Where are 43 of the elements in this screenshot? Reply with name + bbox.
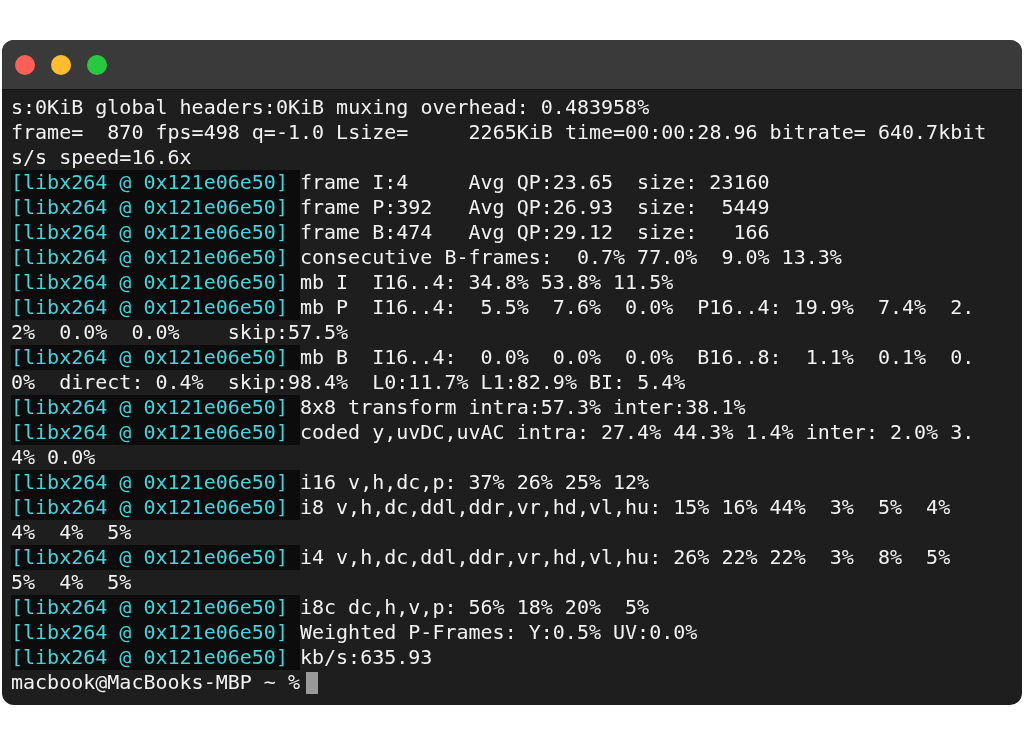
log-message: mb P I16..4: 5.5% 7.6% 0.0% P16..4: 19.9% 7.4% 2. [299,295,975,320]
log-source: [libx264 @ 0x121e06e50] [11,245,300,270]
terminal-line: frame= 870 fps=498 q=-1.0 Lsize= 2265KiB time=00:00:28.96 bitrate= 640.7kbit [11,120,987,145]
log-message: mb I I16..4: 34.8% 53.8% 11.5% [299,270,674,295]
log-source: [libx264 @ 0x121e06e50] [11,345,300,370]
text-cursor [306,671,318,694]
log-source: [libx264 @ 0x121e06e50] [11,270,300,295]
log-source: [libx264 @ 0x121e06e50] [11,545,300,570]
log-source: [libx264 @ 0x121e06e50] [11,170,300,195]
log-message: coded y,uvDC,uvAC intra: 27.4% 44.3% 1.4% inter: 2.0% 3. [299,420,975,445]
log-message: 8x8 transform intra:57.3% inter:38.1% [299,395,746,420]
terminal-line: 2% 0.0% 0.0% skip:57.5% [11,320,349,345]
terminal-line: s/s speed=16.6x [11,145,192,170]
log-message: consecutive B-frames: 0.7% 77.0% 9.0% 13.3% [299,245,842,270]
log-message: Weighted P-Frames: Y:0.5% UV:0.0% [299,620,698,645]
terminal-line: 4% 4% 5% [11,520,132,545]
window-control-button[interactable] [51,54,71,75]
terminal-line: 5% 4% 5% [11,570,132,595]
log-source: [libx264 @ 0x121e06e50] [11,495,300,520]
log-source: [libx264 @ 0x121e06e50] [11,195,300,220]
log-message: frame I:4 Avg QP:23.65 size: 23160 [299,170,770,195]
log-message: i16 v,h,dc,p: 37% 26% 25% 12% [299,470,650,495]
log-message: i8 v,h,dc,ddl,ddr,vr,hd,vl,hu: 15% 16% 44% 3% 5% 4% [299,495,951,520]
log-message: frame P:392 Avg QP:26.93 size: 5449 [299,195,770,220]
log-source: [libx264 @ 0x121e06e50] [11,220,300,245]
log-source: [libx264 @ 0x121e06e50] [11,295,300,320]
log-message: i4 v,h,dc,ddl,ddr,vr,hd,vl,hu: 26% 22% 22% 3% 8% 5% [299,545,951,570]
terminal-line: 4% 0.0% [11,445,96,470]
log-message: mb B I16..4: 0.0% 0.0% 0.0% B16..8: 1.1% 0.1% 0. [299,345,975,370]
window-control-button[interactable] [15,54,35,75]
window-control-button[interactable] [87,54,107,75]
log-message: frame B:474 Avg QP:29.12 size: 166 [299,220,770,245]
log-source: [libx264 @ 0x121e06e50] [11,595,300,620]
terminal-line: 0% direct: 0.4% skip:98.4% L0:11.7% L1:82.9% BI: 5.4% [11,370,686,395]
log-source: [libx264 @ 0x121e06e50] [11,395,300,420]
terminal-line: s:0KiB global headers:0KiB muxing overhead: 0.483958% [11,95,650,120]
log-source: [libx264 @ 0x121e06e50] [11,470,300,495]
log-source: [libx264 @ 0x121e06e50] [11,645,300,670]
shell-prompt: macbook@MacBooks-MBP ~ % [11,670,300,695]
log-message: kb/s:635.93 [299,645,433,670]
log-message: i8c dc,h,v,p: 56% 18% 20% 5% [299,595,650,620]
log-source: [libx264 @ 0x121e06e50] [11,420,300,445]
log-source: [libx264 @ 0x121e06e50] [11,620,300,645]
